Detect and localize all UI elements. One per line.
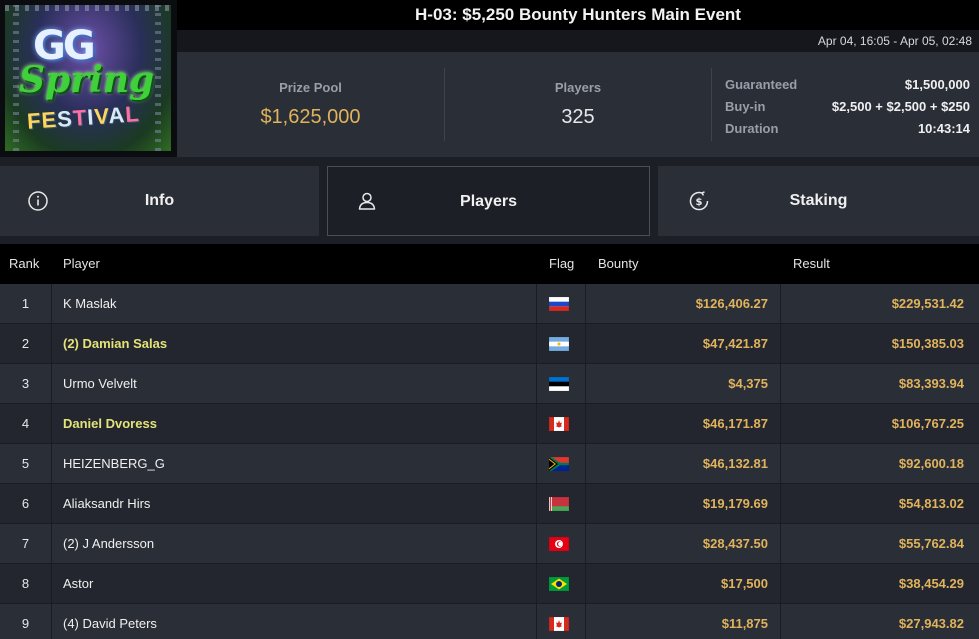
duration-value: 10:43:14 — [917, 121, 970, 136]
brazil-flag-icon — [549, 577, 569, 591]
guaranteed-row: Guaranteed $1,500,000 — [725, 74, 970, 96]
players-value: 325 — [561, 106, 595, 128]
rank-cell: 9 — [21, 616, 30, 631]
tab-staking[interactable]: $ Staking — [658, 166, 979, 236]
tournament-title: H-03: $5,250 Bounty Hunters Main Event — [415, 5, 741, 24]
player-name[interactable]: Urmo Velvelt — [63, 364, 137, 404]
south-africa-flag-icon — [549, 457, 569, 471]
table-row[interactable]: 4 Daniel Dvoress $46,171.87 $106,767.25 — [0, 404, 979, 444]
players-label: Players — [554, 80, 602, 95]
prize-pool-stat: Prize Pool $1,625,000 — [177, 52, 444, 157]
tab-players[interactable]: Players — [327, 166, 650, 236]
table-row[interactable]: 1 K Maslak $126,406.27 $229,531.42 — [0, 284, 979, 324]
header-bounty[interactable]: Bounty — [598, 244, 638, 284]
bounty-cell: $19,179.69 — [702, 496, 768, 511]
guaranteed-value: $1,500,000 — [904, 77, 970, 92]
players-table: Rank Player Flag Bounty Result 1 K Maslak… — [0, 244, 979, 639]
tunisia-flag-icon — [549, 537, 569, 551]
table-row[interactable]: 2 (2) Damian Salas $47,421.87 $150,385.03 — [0, 324, 979, 364]
result-cell: $54,813.02 — [898, 496, 964, 511]
player-name[interactable]: Daniel Dvoress — [63, 404, 157, 444]
estonia-flag-icon — [549, 377, 569, 391]
header-rank[interactable]: Rank — [9, 244, 39, 284]
bounty-cell: $4,375 — [728, 376, 768, 391]
belarus-flag-icon — [549, 497, 569, 511]
divider — [711, 68, 712, 141]
duration-row: Duration 10:43:14 — [725, 118, 970, 140]
result-cell: $38,454.29 — [898, 576, 964, 591]
rank-cell: 4 — [21, 416, 30, 431]
tab-info-label: Info — [144, 192, 175, 209]
buyin-value: $2,500 + $2,500 + $250 — [831, 99, 970, 114]
player-name[interactable]: (2) Damian Salas — [63, 324, 167, 364]
rank-cell: 8 — [21, 576, 30, 591]
tournament-lobby: GG Spring FESTIVAL H-03: $5,250 Bounty H… — [0, 0, 979, 639]
bounty-cell: $46,132.81 — [702, 456, 768, 471]
header-player[interactable]: Player — [63, 244, 100, 284]
table-row[interactable]: 9 (4) David Peters $11,875 $27,943.82 — [0, 604, 979, 639]
result-cell: $83,393.94 — [898, 376, 964, 391]
header-flag[interactable]: Flag — [549, 244, 574, 284]
gg-spring-festival-logo: GG Spring FESTIVAL — [5, 5, 171, 151]
buyin-row: Buy-in $2,500 + $2,500 + $250 — [725, 96, 970, 118]
logo-text-festival: FESTIVAL — [26, 101, 141, 134]
result-cell: $92,600.18 — [898, 456, 964, 471]
result-cell: $55,762.84 — [898, 536, 964, 551]
argentina-flag-icon — [549, 337, 569, 351]
result-cell: $27,943.82 — [898, 616, 964, 631]
canada-flag-icon — [549, 617, 569, 631]
logo-text-spring: Spring — [19, 59, 155, 101]
header-result[interactable]: Result — [793, 244, 830, 284]
result-cell: $150,385.03 — [891, 336, 964, 351]
tab-info[interactable]: Info — [0, 166, 319, 236]
bounty-cell: $28,437.50 — [702, 536, 768, 551]
table-row[interactable]: 3 Urmo Velvelt $4,375 $83,393.94 — [0, 364, 979, 404]
player-name[interactable]: K Maslak — [63, 284, 116, 324]
bounty-cell: $11,875 — [721, 616, 768, 631]
result-cell: $106,767.25 — [891, 416, 964, 431]
date-range: Apr 04, 16:05 - Apr 05, 02:48 — [177, 30, 979, 52]
prize-pool-value: $1,625,000 — [260, 106, 361, 128]
tab-staking-label: Staking — [789, 192, 848, 209]
rank-cell: 5 — [21, 456, 30, 471]
bounty-cell: $47,421.87 — [702, 336, 768, 351]
table-row[interactable]: 5 HEIZENBERG_G $46,132.81 $92,600.18 — [0, 444, 979, 484]
russia-flag-icon — [549, 297, 569, 311]
table-row[interactable]: 8 Astor $17,500 $38,454.29 — [0, 564, 979, 604]
title-bar: H-03: $5,250 Bounty Hunters Main Event — [177, 0, 979, 30]
players-stat: Players 325 — [445, 52, 711, 157]
table-row[interactable]: 6 Aliaksandr Hirs $19,179.69 $54,813.02 — [0, 484, 979, 524]
tab-bar: Info Players $ Staking — [0, 157, 979, 244]
tab-players-label: Players — [460, 193, 517, 210]
player-name[interactable]: HEIZENBERG_G — [63, 444, 165, 484]
rank-cell: 6 — [21, 496, 30, 511]
rank-cell: 3 — [21, 376, 30, 391]
player-name[interactable]: (4) David Peters — [63, 604, 157, 639]
duration-label: Duration — [725, 121, 779, 136]
table-row[interactable]: 7 (2) J Andersson $28,437.50 $55,762.84 — [0, 524, 979, 564]
table-header: Rank Player Flag Bounty Result — [0, 244, 979, 284]
player-name[interactable]: (2) J Andersson — [63, 524, 154, 564]
buyin-label: Buy-in — [725, 99, 766, 114]
rank-cell: 7 — [21, 536, 30, 551]
player-name[interactable]: Aliaksandr Hirs — [63, 484, 150, 524]
tournament-details: Guaranteed $1,500,000 Buy-in $2,500 + $2… — [725, 74, 970, 140]
event-logo: GG Spring FESTIVAL — [0, 0, 177, 157]
guaranteed-label: Guaranteed — [725, 77, 798, 92]
bounty-cell: $126,406.27 — [695, 296, 768, 311]
rank-cell: 1 — [21, 296, 30, 311]
bounty-cell: $17,500 — [721, 576, 768, 591]
canada-flag-icon — [549, 417, 569, 431]
rank-cell: 2 — [21, 336, 30, 351]
result-cell: $229,531.42 — [891, 296, 964, 311]
stats-panel: Prize Pool $1,625,000 Players 325 Guaran… — [177, 52, 979, 157]
bounty-cell: $46,171.87 — [702, 416, 768, 431]
player-name[interactable]: Astor — [63, 564, 93, 604]
prize-pool-label: Prize Pool — [279, 80, 342, 95]
